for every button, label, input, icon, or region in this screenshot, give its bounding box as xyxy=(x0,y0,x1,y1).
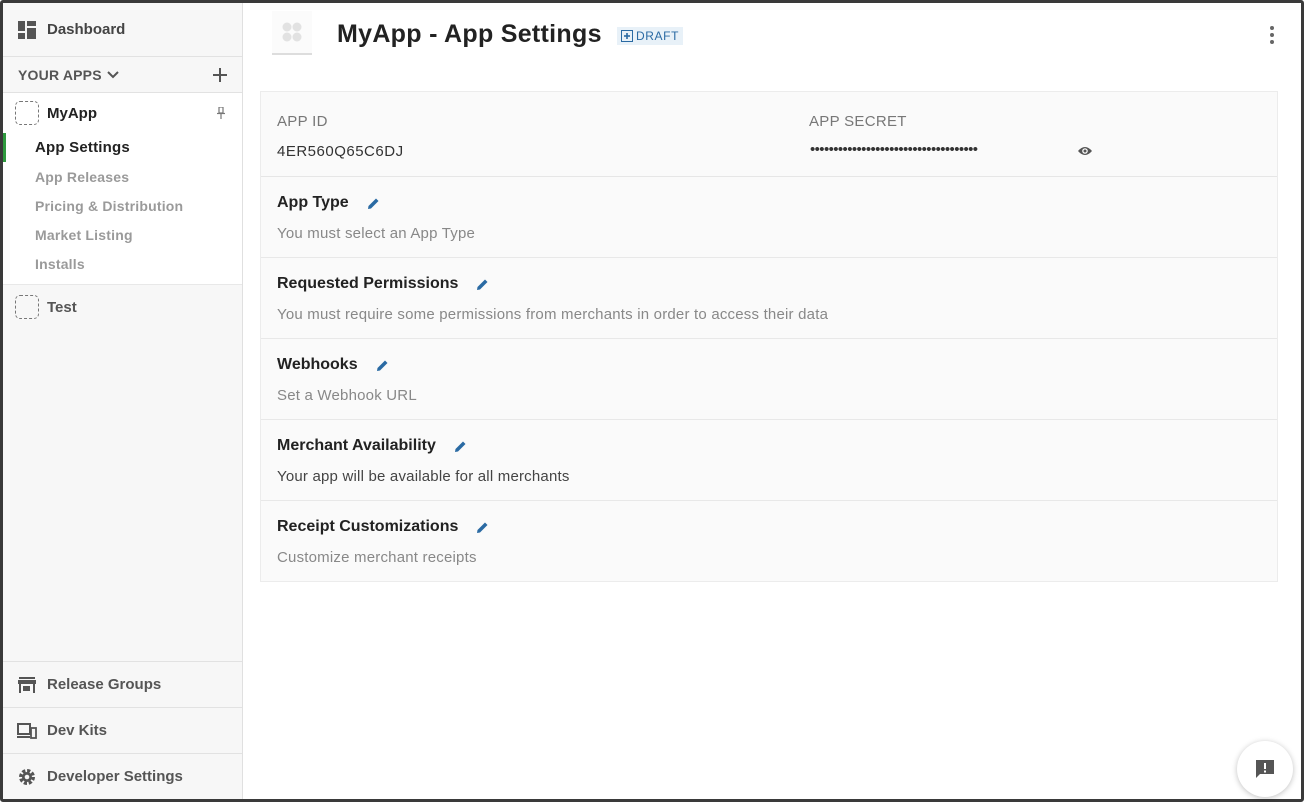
app-name: Test xyxy=(47,298,77,316)
app-logo-icon xyxy=(282,22,302,42)
section-title-row: Merchant Availability xyxy=(277,437,467,455)
sidebar-item-release-groups[interactable]: Release Groups xyxy=(3,661,242,707)
subnav-item-app-releases[interactable]: App Releases xyxy=(3,162,242,191)
store-icon xyxy=(18,676,36,693)
app-secret-value: •••••••••••••••••••••••••••••••••••• xyxy=(810,141,978,158)
sidebar-bottom-nav: Release Groups Dev Kits Developer Settin… xyxy=(3,661,242,799)
section-title: Webhooks xyxy=(277,356,358,373)
app-item-test[interactable]: Test xyxy=(3,285,242,329)
app-id-label: APP ID xyxy=(277,113,328,130)
page-title: MyApp - App Settings xyxy=(337,20,602,48)
dashboard-label: Dashboard xyxy=(47,21,126,38)
section-title: Receipt Customizations xyxy=(277,518,459,535)
your-apps-label: YOUR APPS xyxy=(18,66,102,83)
section-webhooks: Webhooks Set a Webhook URL xyxy=(261,339,1277,420)
app-logo[interactable] xyxy=(272,11,312,55)
app-id-value: 4ER560Q65C6DJ xyxy=(277,143,404,160)
pencil-icon[interactable] xyxy=(476,278,489,291)
section-app-type: App Type You must select an App Type xyxy=(261,177,1277,258)
section-description: You must select an App Type xyxy=(277,225,476,242)
more-options-icon[interactable] xyxy=(1269,25,1275,45)
subnav-item-installs[interactable]: Installs xyxy=(3,249,242,278)
sidebar: Dashboard YOUR APPS MyApp App Settings A… xyxy=(3,3,243,799)
subnav-item-pricing-distribution[interactable]: Pricing & Distribution xyxy=(3,191,242,220)
sidebar-item-dashboard[interactable]: Dashboard xyxy=(3,3,242,57)
subnav-item-market-listing[interactable]: Market Listing xyxy=(3,220,242,249)
dashboard-icon xyxy=(18,20,36,39)
section-description: Customize merchant receipts xyxy=(277,549,477,566)
section-description: Your app will be available for all merch… xyxy=(277,468,570,485)
app-placeholder-icon xyxy=(15,101,39,125)
section-description: You must require some permissions from m… xyxy=(277,306,829,323)
developer-settings-label: Developer Settings xyxy=(47,768,183,785)
pencil-icon[interactable] xyxy=(454,440,467,453)
section-merchant-availability: Merchant Availability Your app will be a… xyxy=(261,420,1277,501)
app-placeholder-icon xyxy=(15,295,39,319)
app-name: MyApp xyxy=(47,104,97,122)
main-content: MyApp - App Settings DRAFT APP ID 4ER560… xyxy=(244,3,1301,799)
app-subnav: App Settings App Releases Pricing & Dist… xyxy=(3,133,242,278)
subnav-item-app-settings[interactable]: App Settings xyxy=(3,133,242,162)
section-title-row: Requested Permissions xyxy=(277,275,489,293)
sidebar-item-dev-kits[interactable]: Dev Kits xyxy=(3,707,242,753)
pin-icon[interactable] xyxy=(216,107,226,119)
section-receipt-customizations: Receipt Customizations Customize merchan… xyxy=(261,501,1277,582)
release-groups-label: Release Groups xyxy=(47,676,162,693)
section-title: Merchant Availability xyxy=(277,437,436,454)
section-title-row: Webhooks xyxy=(277,356,389,374)
feedback-icon xyxy=(1256,760,1274,778)
app-secret-label: APP SECRET xyxy=(809,113,907,130)
section-title-row: Receipt Customizations xyxy=(277,518,489,536)
your-apps-dropdown[interactable]: YOUR APPS xyxy=(18,67,119,83)
devices-icon xyxy=(17,722,37,739)
section-title: App Type xyxy=(277,194,349,211)
app-block-myapp: MyApp App Settings App Releases Pricing … xyxy=(3,93,242,285)
section-title: Requested Permissions xyxy=(277,275,459,292)
your-apps-header: YOUR APPS xyxy=(3,57,242,93)
section-title-row: App Type xyxy=(277,194,380,212)
app-item-myapp[interactable]: MyApp xyxy=(3,93,242,133)
pencil-icon[interactable] xyxy=(476,521,489,534)
feedback-button[interactable] xyxy=(1237,741,1293,797)
eye-icon[interactable] xyxy=(1077,145,1093,157)
page-header: MyApp - App Settings DRAFT xyxy=(244,3,1301,73)
section-description: Set a Webhook URL xyxy=(277,387,417,404)
sidebar-item-developer-settings[interactable]: Developer Settings xyxy=(3,753,242,799)
section-requested-permissions: Requested Permissions You must require s… xyxy=(261,258,1277,339)
app-credentials: APP ID 4ER560Q65C6DJ APP SECRET ••••••••… xyxy=(261,92,1277,177)
pencil-icon[interactable] xyxy=(376,359,389,372)
status-badge-label: DRAFT xyxy=(636,29,679,43)
status-badge: DRAFT xyxy=(617,27,683,45)
pencil-icon[interactable] xyxy=(367,197,380,210)
add-app-icon[interactable] xyxy=(212,67,228,83)
settings-card: APP ID 4ER560Q65C6DJ APP SECRET ••••••••… xyxy=(260,91,1278,582)
gear-icon xyxy=(19,768,35,785)
draft-icon xyxy=(621,30,633,42)
dev-kits-label: Dev Kits xyxy=(47,722,108,739)
chevron-down-icon xyxy=(107,70,119,78)
